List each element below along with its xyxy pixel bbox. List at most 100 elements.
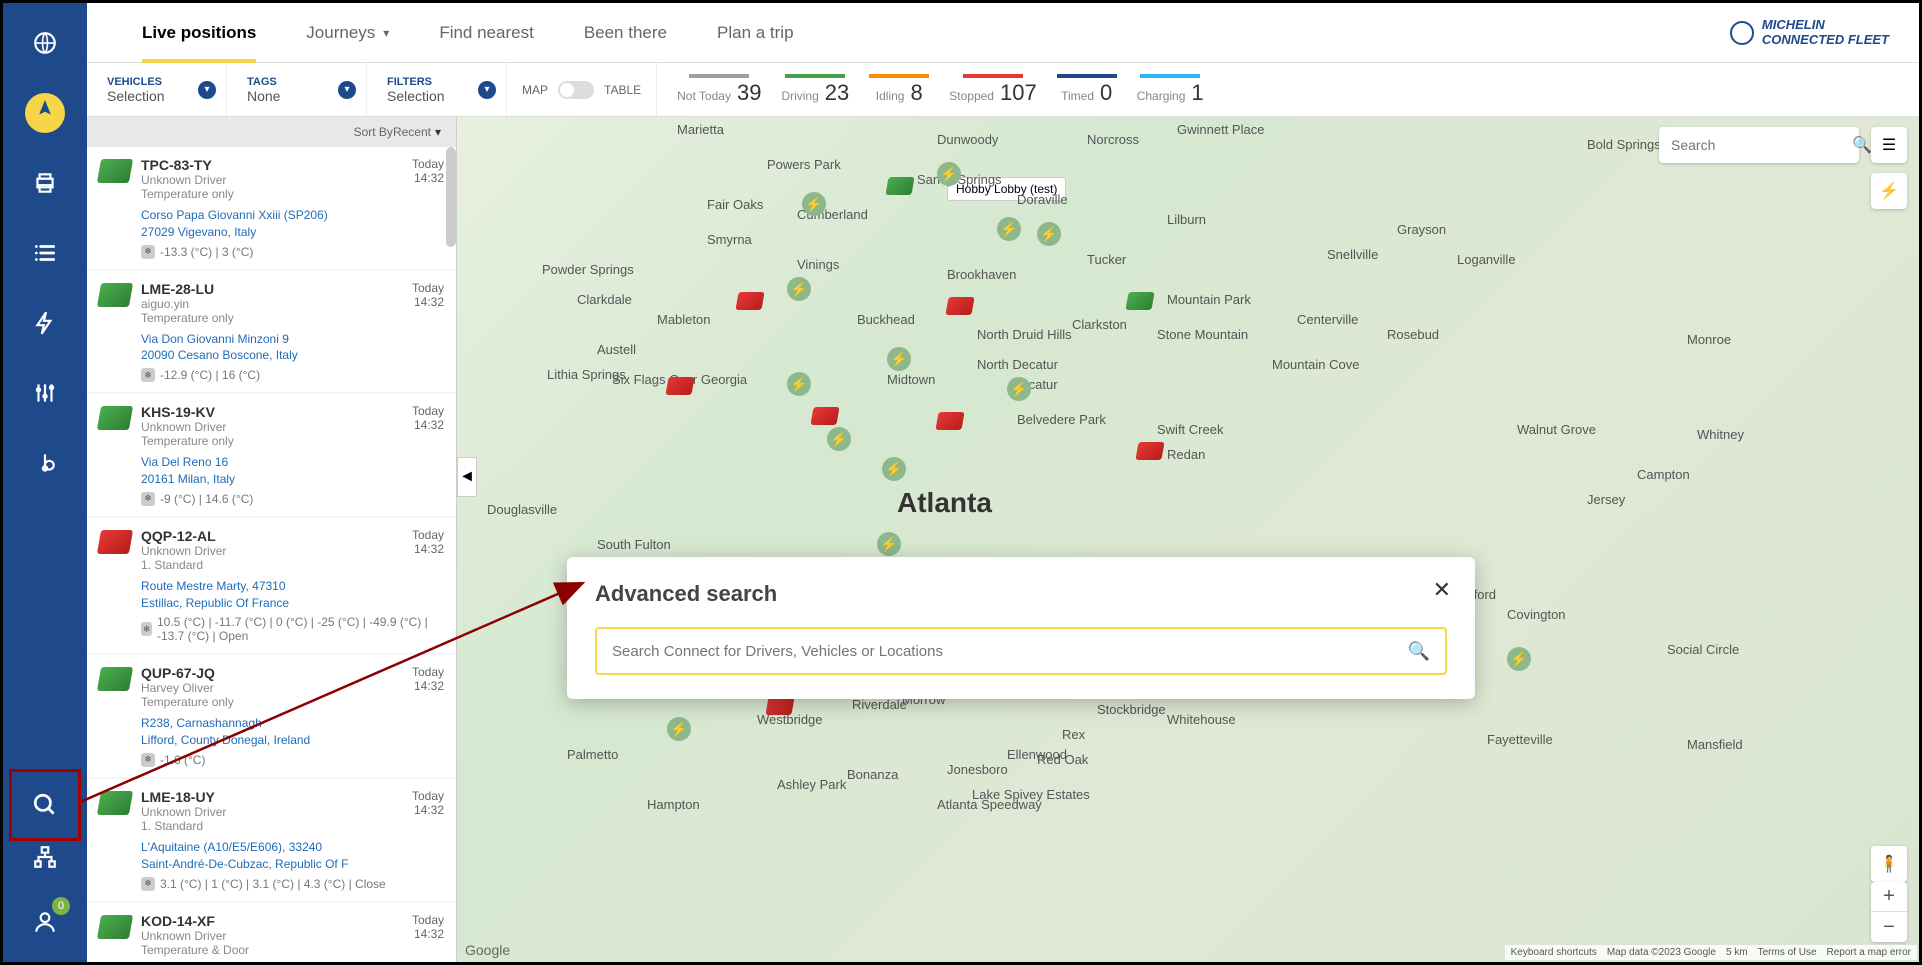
map-place-label: Bold Springs xyxy=(1587,137,1661,152)
status-label: Stopped xyxy=(949,89,994,103)
logo-line2: CONNECTED FLEET xyxy=(1762,33,1889,47)
vehicle-card[interactable]: QUP-67-JQ Harvey Oliver Temperature only… xyxy=(87,655,456,777)
printer-icon[interactable] xyxy=(25,163,65,203)
filter-vehicles[interactable]: VEHICLES Selection ▾ xyxy=(87,63,227,116)
ev-marker[interactable]: ⚡ xyxy=(877,532,901,556)
vehicle-marker[interactable] xyxy=(665,377,694,395)
vehicle-address: Via Don Giovanni Minzoni 920090 Cesano B… xyxy=(141,331,444,365)
filter-filters[interactable]: FILTERS Selection ▾ xyxy=(367,63,507,116)
vehicle-marker[interactable] xyxy=(1125,292,1154,310)
map-search[interactable]: 🔍 xyxy=(1659,127,1859,163)
ev-marker[interactable]: ⚡ xyxy=(1037,222,1061,246)
vehicle-card[interactable]: TPC-83-TY Unknown Driver Temperature onl… xyxy=(87,147,456,269)
panel-collapse-button[interactable]: ◄ xyxy=(457,457,477,497)
hierarchy-icon[interactable] xyxy=(25,837,65,877)
status-bar xyxy=(785,74,845,78)
vehicle-marker[interactable] xyxy=(945,297,974,315)
advanced-search-field[interactable]: 🔍 xyxy=(595,627,1447,675)
pegman-icon[interactable]: 🧍 xyxy=(1871,846,1907,882)
attrib-terms[interactable]: Terms of Use xyxy=(1758,947,1817,958)
attrib-scale: 5 km xyxy=(1726,947,1748,958)
view-toggle[interactable]: MAP TABLE xyxy=(507,63,657,116)
ev-marker[interactable]: ⚡ xyxy=(937,162,961,186)
status-driving[interactable]: Driving 23 xyxy=(781,74,849,106)
map-place-label: Fayetteville xyxy=(1487,732,1553,747)
map-place-label: Mountain Park xyxy=(1167,292,1251,307)
vehicle-marker[interactable] xyxy=(810,407,839,425)
tab-find-nearest[interactable]: Find nearest xyxy=(414,3,559,63)
advanced-search-title: Advanced search xyxy=(595,581,1447,607)
vehicle-card[interactable]: LME-18-UY Unknown Driver 1. Standard L'A… xyxy=(87,779,456,901)
search-icon[interactable] xyxy=(25,785,65,825)
vehicle-marker[interactable] xyxy=(935,412,964,430)
map-place-label: Buckhead xyxy=(857,312,915,327)
map-area[interactable]: Atlanta Hobby Lobby (test) MariettaDunwo… xyxy=(457,117,1919,962)
scrollbar[interactable] xyxy=(446,147,456,247)
map-place-label: Centerville xyxy=(1297,312,1358,327)
status-idling[interactable]: Idling 8 xyxy=(869,74,929,106)
vehicle-id: QQP-12-AL xyxy=(141,528,444,544)
status-bar xyxy=(1140,74,1200,78)
vehicle-marker[interactable] xyxy=(765,697,794,715)
sort-bar[interactable]: Sort By Recent ▾ xyxy=(87,117,456,147)
globe-icon[interactable] xyxy=(25,23,65,63)
attrib-report[interactable]: Report a map error xyxy=(1827,947,1911,958)
user-icon[interactable]: 0 xyxy=(25,902,65,942)
attrib-keyboard[interactable]: Keyboard shortcuts xyxy=(1511,947,1597,958)
vehicle-type: Temperature only xyxy=(141,434,444,448)
ev-marker[interactable]: ⚡ xyxy=(802,192,826,216)
vehicle-marker[interactable] xyxy=(1135,442,1164,460)
map-place-label: Social Circle xyxy=(1667,642,1739,657)
layers-button[interactable]: ☰ xyxy=(1871,127,1907,163)
vehicle-card[interactable]: LME-28-LU aiguo.yin Temperature only Via… xyxy=(87,271,456,393)
status-label: Not Today xyxy=(677,89,731,103)
attrib-data: Map data ©2023 Google xyxy=(1607,947,1716,958)
vehicle-card[interactable]: QQP-12-AL Unknown Driver 1. Standard Rou… xyxy=(87,518,456,654)
list-icon[interactable] xyxy=(25,233,65,273)
ev-marker[interactable]: ⚡ xyxy=(887,347,911,371)
ev-marker[interactable]: ⚡ xyxy=(787,277,811,301)
ev-marker[interactable]: ⚡ xyxy=(997,217,1021,241)
ev-marker[interactable]: ⚡ xyxy=(1507,647,1531,671)
sliders-icon[interactable] xyxy=(25,373,65,413)
ev-button[interactable]: ⚡ xyxy=(1871,173,1907,209)
tab-journeys[interactable]: Journeys▾ xyxy=(281,3,414,63)
temp-icon: ❄ xyxy=(141,877,155,891)
vehicle-driver: Harvey Oliver xyxy=(141,681,444,695)
top-tabs: Live positions Journeys▾ Find nearest Be… xyxy=(87,3,1919,63)
vehicle-marker[interactable] xyxy=(735,292,764,310)
ev-marker[interactable]: ⚡ xyxy=(1007,377,1031,401)
map-place-label: Palmetto xyxy=(567,747,618,762)
tab-plan-trip[interactable]: Plan a trip xyxy=(692,3,819,63)
ev-marker[interactable]: ⚡ xyxy=(882,457,906,481)
status-nottoday[interactable]: Not Today 39 xyxy=(677,74,761,106)
ev-marker[interactable]: ⚡ xyxy=(787,372,811,396)
map-place-label: Dunwoody xyxy=(937,132,998,147)
ev-marker[interactable]: ⚡ xyxy=(827,427,851,451)
ev-marker[interactable]: ⚡ xyxy=(667,717,691,741)
zoom-in-button[interactable]: + xyxy=(1871,882,1907,912)
thermometer-icon[interactable] xyxy=(25,443,65,483)
compass-icon[interactable] xyxy=(25,93,65,133)
map-search-input[interactable] xyxy=(1671,137,1852,153)
status-charging[interactable]: Charging 1 xyxy=(1137,74,1204,106)
vehicle-temp: ❄-12.9 (°C) | 16 (°C) xyxy=(141,368,444,382)
advanced-search-input[interactable] xyxy=(612,643,1408,660)
map-place-label: Douglasville xyxy=(487,502,557,517)
status-stopped[interactable]: Stopped 107 xyxy=(949,74,1036,106)
toggle-switch[interactable] xyxy=(558,81,594,99)
map-place-label: Marietta xyxy=(677,122,724,137)
status-label: Timed xyxy=(1061,89,1094,103)
vehicle-marker[interactable] xyxy=(885,177,914,195)
vehicle-card[interactable]: KHS-19-KV Unknown Driver Temperature onl… xyxy=(87,394,456,516)
vehicle-id: LME-18-UY xyxy=(141,789,444,805)
filter-tags[interactable]: TAGS None ▾ xyxy=(227,63,367,116)
zoom-out-button[interactable]: − xyxy=(1871,912,1907,942)
tab-live-positions[interactable]: Live positions xyxy=(117,3,281,63)
bolt-icon[interactable] xyxy=(25,303,65,343)
vehicle-card[interactable]: KOD-14-XF Unknown Driver Temperature & D… xyxy=(87,903,456,962)
close-icon[interactable]: ✕ xyxy=(1433,577,1451,603)
status-timed[interactable]: Timed 0 xyxy=(1057,74,1117,106)
map-place-label: Atlanta Speedway xyxy=(937,797,1042,812)
tab-been-there[interactable]: Been there xyxy=(559,3,692,63)
